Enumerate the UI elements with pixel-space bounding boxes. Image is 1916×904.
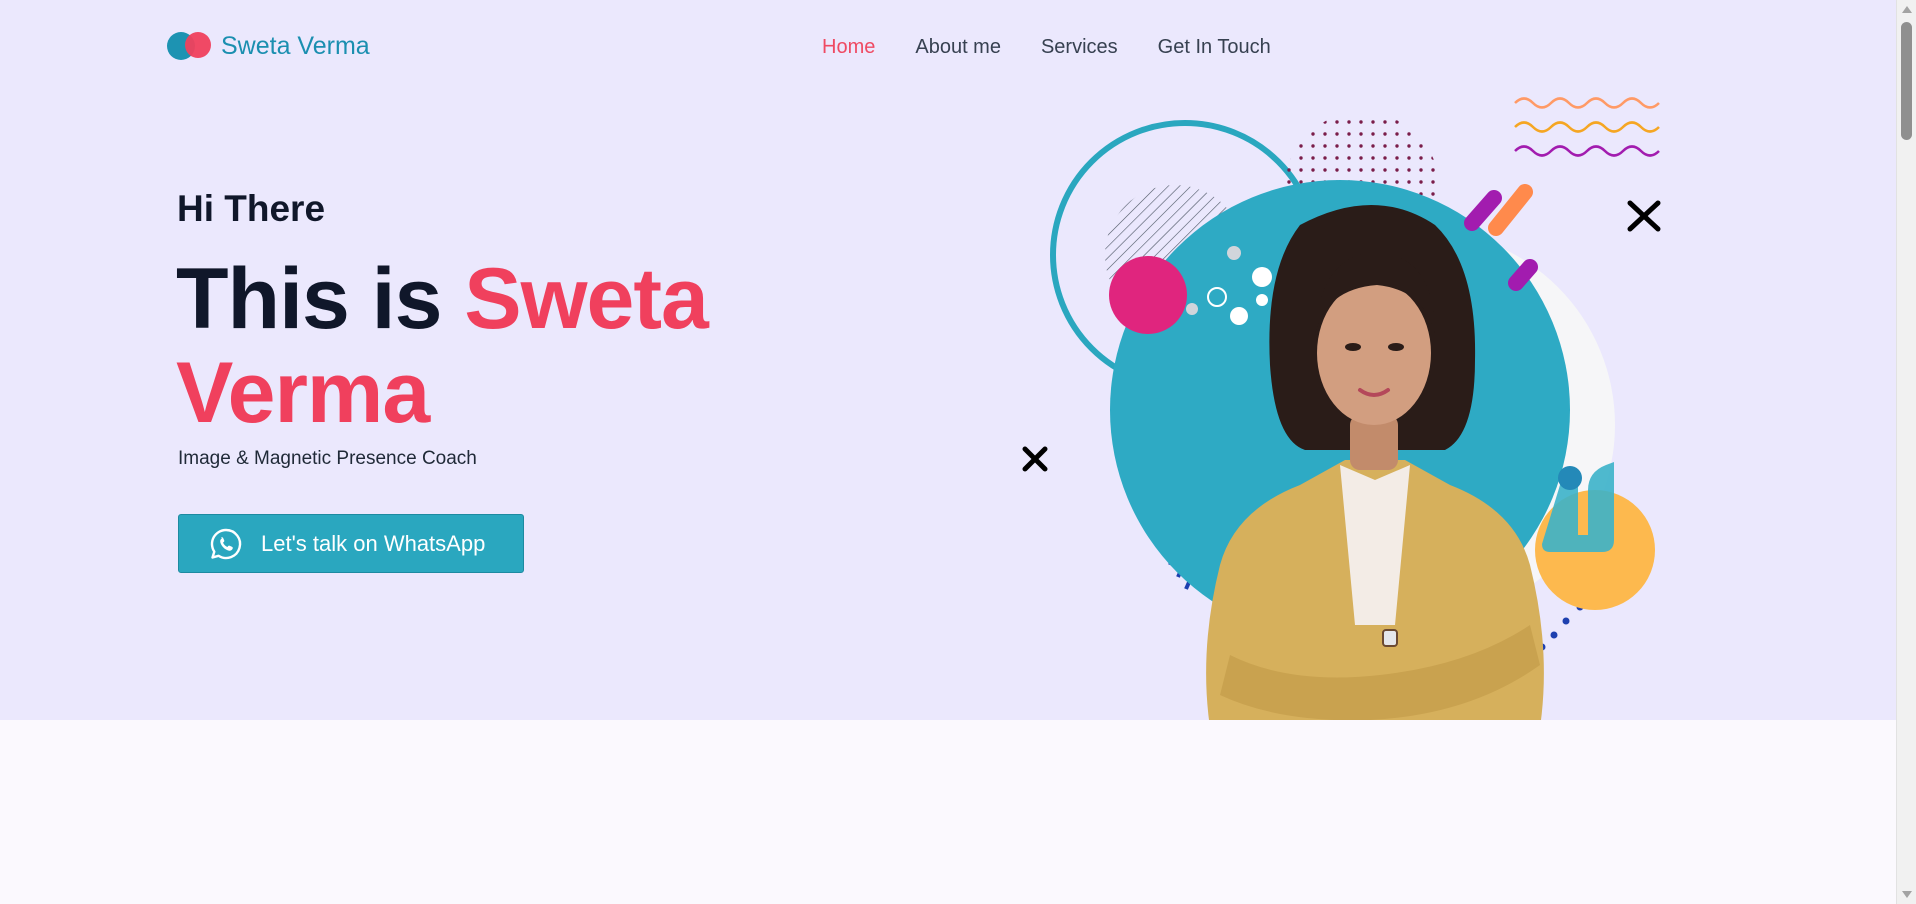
hero-greeting: Hi There <box>177 188 326 229</box>
headline-name-last: Verma <box>176 345 430 441</box>
hero-section: Sweta Verma Home About me Services Get I… <box>0 0 1896 755</box>
brand-logo[interactable]: Sweta Verma <box>167 30 370 62</box>
decor-bubble <box>1186 303 1198 315</box>
nav-services[interactable]: Services <box>1041 36 1118 59</box>
logo-icon <box>167 30 215 62</box>
whatsapp-cta-button[interactable]: Let's talk on WhatsApp <box>178 514 524 573</box>
decor-x-mark <box>1022 446 1048 472</box>
decor-bubble <box>1230 307 1248 325</box>
nav-home[interactable]: Home <box>822 36 875 59</box>
hero-subtitle: Image & Magnetic Presence Coach <box>178 448 477 469</box>
hero-illustration <box>1022 97 1661 755</box>
next-section <box>0 720 1896 904</box>
headline-prefix: This is <box>176 251 465 347</box>
scroll-thumb[interactable] <box>1901 22 1912 140</box>
headline-name-first: Sweta <box>464 251 709 347</box>
decor-pink-circle <box>1109 256 1187 334</box>
nav-about-me[interactable]: About me <box>915 36 1001 59</box>
decor-x-mark <box>1627 200 1661 232</box>
main-nav: Home About me Services Get In Touch <box>822 36 1311 59</box>
scroll-up-icon[interactable] <box>1902 6 1912 13</box>
decor-bubble <box>1256 294 1268 306</box>
page-scrollbar[interactable] <box>1896 0 1916 904</box>
decor-bubble <box>1227 246 1241 260</box>
decor-bubble <box>1252 267 1272 287</box>
decor-waves <box>1514 97 1660 157</box>
whatsapp-icon <box>210 528 242 559</box>
nav-get-in-touch[interactable]: Get In Touch <box>1158 36 1271 59</box>
whatsapp-cta-label: Let's talk on WhatsApp <box>261 530 486 556</box>
hero-headline: This is Sweta Verma <box>176 252 876 440</box>
scroll-down-icon[interactable] <box>1902 891 1912 898</box>
decor-blue-dot <box>1558 466 1582 490</box>
brand-name: Sweta Verma <box>221 31 370 60</box>
